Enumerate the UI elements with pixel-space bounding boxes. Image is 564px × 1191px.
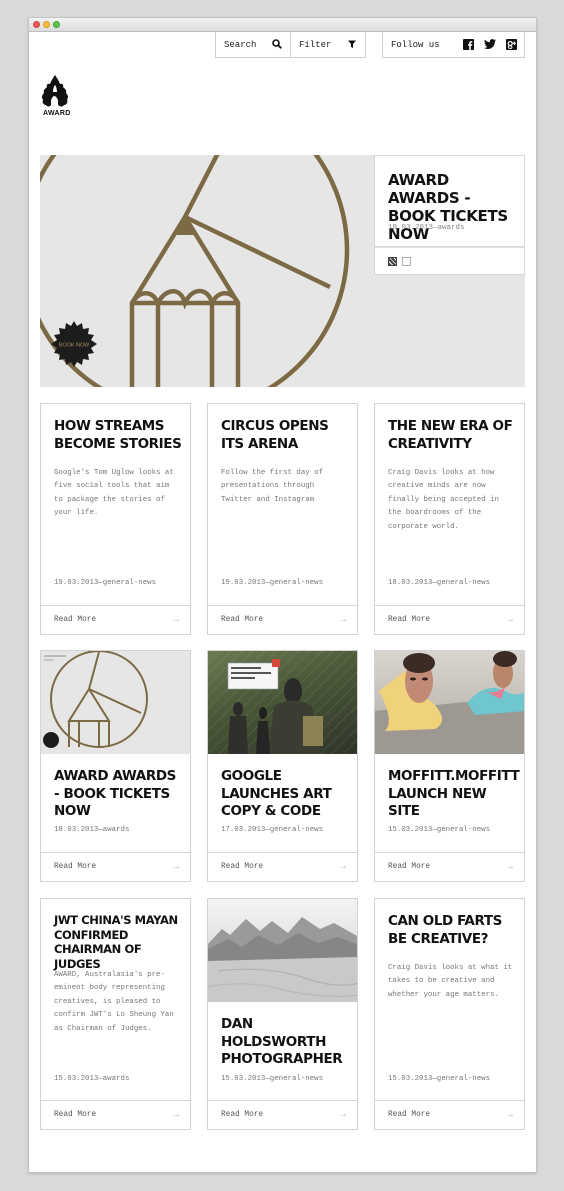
read-more-link[interactable]: Read More → [375,852,524,881]
read-more-link[interactable]: Read More → [208,852,357,881]
read-more-label: Read More [388,863,431,871]
hero-card[interactable]: AWARD AWARDS - BOOK TICKETS NOW 18.03.20… [374,155,525,247]
card-title[interactable]: DAN HOLDSWORTH PHOTOGRAPHER [221,1016,349,1069]
google-plus-icon[interactable] [506,39,517,50]
follow-label: Follow us [391,39,440,50]
card-description: Follow the first day of presentations th… [221,469,324,504]
follow-us-bar: Follow us [382,32,525,58]
slide-dot-2[interactable] [402,257,411,266]
read-more-label: Read More [54,863,97,871]
news-card[interactable]: AWARD AWARDS - BOOK TICKETS NOW 18.03.20… [40,650,191,882]
read-more-label: Read More [221,616,264,624]
news-card[interactable]: GOOGLE LAUNCHES ART COPY & CODE 17.03.20… [207,650,358,882]
card-image-mountains[interactable] [208,899,357,1002]
minimize-window-icon[interactable] [43,21,50,28]
pencil-circle-thumbnail [43,651,148,748]
card-title[interactable]: JWT CHINA'S MAYAN CONFIRMED CHAIRMAN OF … [54,913,182,971]
close-window-icon[interactable] [33,21,40,28]
card-title[interactable]: THE NEW ERA OF CREATIVITY [388,418,516,453]
search-icon [272,39,282,49]
twitter-icon[interactable] [484,39,496,50]
card-meta: 19.03.2013—general-news [221,579,324,587]
read-more-label: Read More [221,863,264,871]
book-now-text: BOOK NOW [59,343,90,349]
card-meta: 18.03.2013—awards [54,826,130,834]
hero-slider[interactable]: BOOK NOW AWARD AWARDS - BOOK TICKETS NOW… [40,155,525,387]
arrow-right-icon: → [506,862,513,873]
news-card[interactable]: CAN OLD FARTS BE CREATIVE? Craig Davis l… [374,898,525,1130]
read-more-label: Read More [388,1111,431,1119]
arrow-right-icon: → [339,862,346,873]
search-label: Search [224,39,257,50]
read-more-link[interactable]: Read More → [41,1100,190,1129]
news-card[interactable]: HOW STREAMS BECOME STORIES Google's Tom … [40,403,191,635]
browser-window: Search Filter Follow us AWARD BOOK NOW A… [28,17,537,1173]
arrow-right-icon: → [172,615,179,626]
card-meta: 15.03.2013—general-news [221,1075,324,1083]
read-more-label: Read More [221,1111,264,1119]
read-more-label: Read More [54,1111,97,1119]
slide-dot-1[interactable] [388,257,397,266]
hero-title[interactable]: AWARD AWARDS - BOOK TICKETS NOW [388,171,518,243]
arrow-right-icon: → [172,1110,179,1121]
arrow-right-icon: → [172,862,179,873]
window-titlebar [29,18,536,32]
filter-icon [348,40,356,48]
card-meta: 17.03.2013—general-news [221,826,324,834]
card-title[interactable]: HOW STREAMS BECOME STORIES [54,418,182,453]
card-meta: 15.03.2013—awards [54,1075,130,1083]
card-image-google[interactable] [208,651,357,754]
mountain-landscape-photo [208,917,357,1002]
moffitt-photo [375,651,524,754]
search-button[interactable]: Search [215,32,291,58]
facebook-icon[interactable] [463,39,474,50]
news-card[interactable]: CIRCUS OPENS ITS ARENA Follow the first … [207,403,358,635]
read-more-label: Read More [388,616,431,624]
card-description: Google's Tom Uglow looks at five social … [54,469,174,518]
card-meta: 19.03.2013—general-news [54,579,157,587]
book-now-badge[interactable]: BOOK NOW [51,321,97,367]
read-more-link[interactable]: Read More → [208,1100,357,1129]
card-description: AWARD, Australasia's pre-eminent body re… [54,971,174,1033]
read-more-link[interactable]: Read More → [375,605,524,634]
card-meta: 15.03.2013—general-news [388,1075,491,1083]
arrow-right-icon: → [339,615,346,626]
card-image-pencil[interactable] [41,651,190,754]
hero-meta: 18.03.2013—awards [388,224,465,232]
news-card[interactable]: JWT CHINA'S MAYAN CONFIRMED CHAIRMAN OF … [40,898,191,1130]
news-card[interactable]: THE NEW ERA OF CREATIVITY Craig Davis lo… [374,403,525,635]
arrow-right-icon: → [506,615,513,626]
read-more-link[interactable]: Read More → [41,605,190,634]
news-card[interactable]: DAN HOLDSWORTH PHOTOGRAPHER 15.03.2013—g… [207,898,358,1130]
card-title[interactable]: CIRCUS OPENS ITS ARENA [221,418,349,453]
filter-button[interactable]: Filter [290,32,366,58]
logo-text: AWARD [43,110,71,117]
filter-label: Filter [299,39,332,50]
google-art-copy-photo [208,651,357,754]
read-more-link[interactable]: Read More → [375,1100,524,1129]
card-meta: 15.03.2013—general-news [388,826,491,834]
card-title[interactable]: MOFFITT.MOFFITT LAUNCH NEW SITE [388,768,520,821]
arrow-right-icon: → [506,1110,513,1121]
card-title[interactable]: GOOGLE LAUNCHES ART COPY & CODE [221,768,349,821]
card-title[interactable]: AWARD AWARDS - BOOK TICKETS NOW [54,768,182,821]
card-description: Craig Davis looks at what it takes to be… [388,964,513,999]
read-more-link[interactable]: Read More → [208,605,357,634]
hero-pagination [374,247,525,275]
card-description: Craig Davis looks at how creative minds … [388,469,499,531]
arrow-right-icon: → [339,1110,346,1121]
read-more-link[interactable]: Read More → [41,852,190,881]
maximize-window-icon[interactable] [53,21,60,28]
read-more-label: Read More [54,616,97,624]
news-card[interactable]: MOFFITT.MOFFITT LAUNCH NEW SITE 15.03.20… [374,650,525,882]
card-image-moffitt[interactable] [375,651,524,754]
card-title[interactable]: CAN OLD FARTS BE CREATIVE? [388,913,516,948]
card-meta: 18.03.2013—general-news [388,579,491,587]
